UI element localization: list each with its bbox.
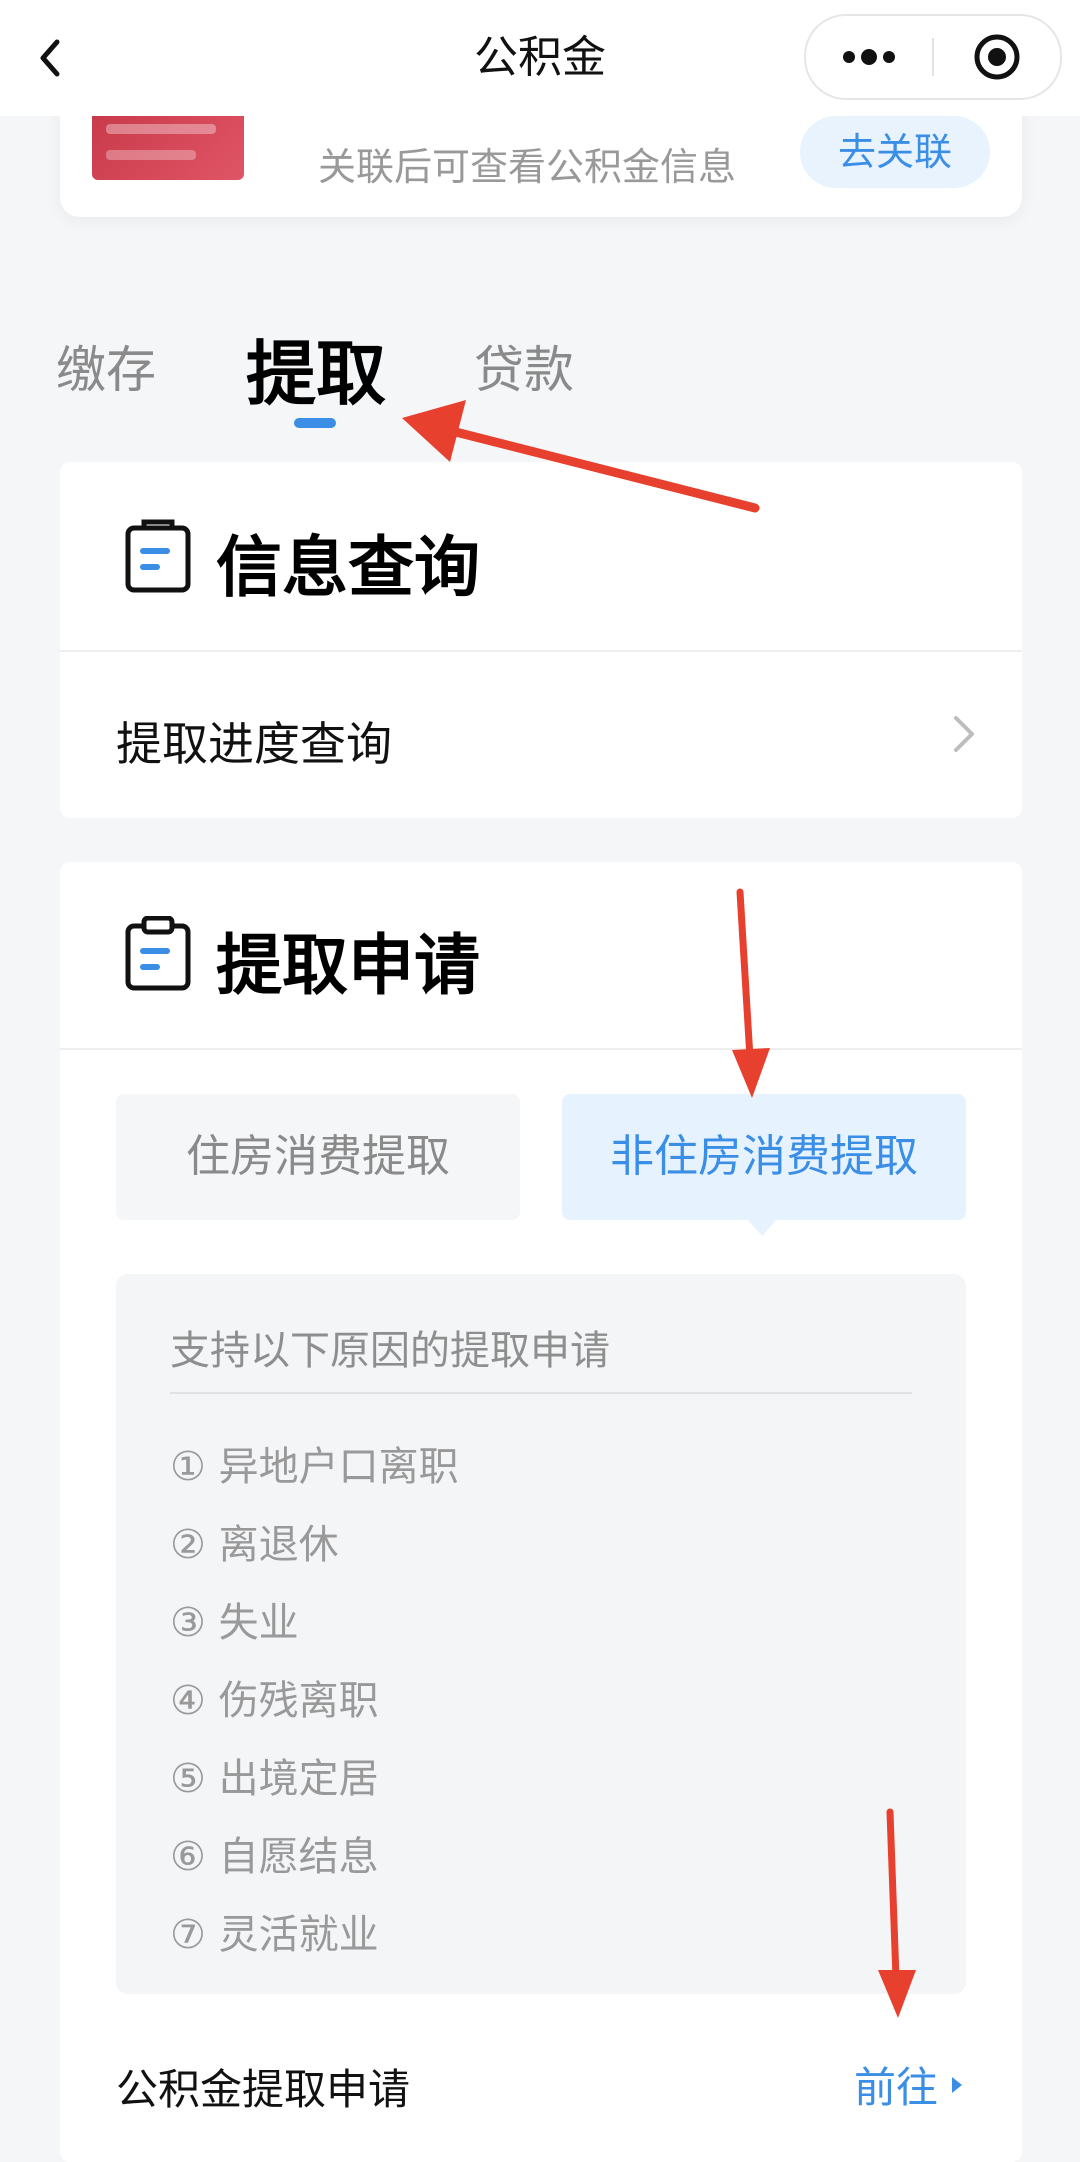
segment-housing-withdraw[interactable]: 住房消费提取	[116, 1094, 520, 1220]
segment-non-housing-withdraw[interactable]: 非住房消费提取	[562, 1094, 966, 1220]
info-query-card: 信息查询 提取进度查询	[60, 462, 1022, 818]
top-nav-bar: 公积金	[0, 0, 1080, 116]
tab-deposit[interactable]: 缴存	[56, 330, 156, 402]
progress-query-row[interactable]: 提取进度查询	[60, 652, 1022, 818]
clipboard-icon	[124, 915, 192, 996]
withdraw-apply-card: 提取申请 住房消费提取 非住房消费提取 支持以下原因的提取申请 ① 异地户口离职…	[60, 862, 1022, 2162]
reason-item: ⑦ 灵活就业	[170, 1912, 379, 1958]
more-dots-icon	[843, 49, 895, 65]
chevron-left-icon	[40, 39, 60, 77]
apply-section-title: 提取申请	[216, 927, 480, 1004]
segment-caret	[748, 1220, 776, 1236]
close-button[interactable]	[934, 16, 1060, 98]
reasons-divider	[170, 1392, 912, 1394]
reason-item: ③ 失业	[170, 1600, 299, 1646]
reason-item: ⑥ 自愿结息	[170, 1834, 379, 1880]
back-button[interactable]	[20, 28, 80, 88]
goto-label: 前往	[854, 2063, 939, 2112]
section-divider	[60, 1048, 1022, 1050]
chevron-right-icon	[954, 716, 974, 752]
progress-query-label: 提取进度查询	[116, 717, 392, 771]
reasons-box: 支持以下原因的提取申请 ① 异地户口离职 ② 离退休 ③ 失业 ④ 伤残离职 ⑤…	[116, 1274, 966, 1994]
document-icon	[124, 518, 192, 598]
active-tab-indicator	[294, 418, 336, 428]
fund-card-image	[92, 110, 244, 180]
tab-loan[interactable]: 贷款	[474, 330, 574, 402]
reason-item: ④ 伤残离职	[170, 1678, 379, 1724]
tab-withdraw[interactable]: 提取	[246, 318, 386, 419]
goto-link[interactable]: 前往	[854, 2054, 964, 2115]
info-section-title: 信息查询	[216, 529, 480, 606]
miniprogram-capsule	[804, 14, 1062, 100]
target-circle-icon	[974, 34, 1020, 80]
reason-item: ⑤ 出境定居	[170, 1756, 379, 1802]
fund-withdraw-apply-label: 公积金提取申请	[116, 2065, 411, 2114]
more-button[interactable]	[806, 16, 932, 98]
reasons-heading: 支持以下原因的提取申请	[170, 1328, 610, 1374]
reason-item: ① 异地户口离职	[170, 1444, 459, 1490]
reason-item: ② 离退休	[170, 1522, 339, 1568]
caret-right-icon	[952, 2076, 963, 2093]
link-subtitle: 关联后可查看公积金信息	[318, 145, 737, 189]
link-account-button[interactable]: 去关联	[800, 116, 990, 188]
